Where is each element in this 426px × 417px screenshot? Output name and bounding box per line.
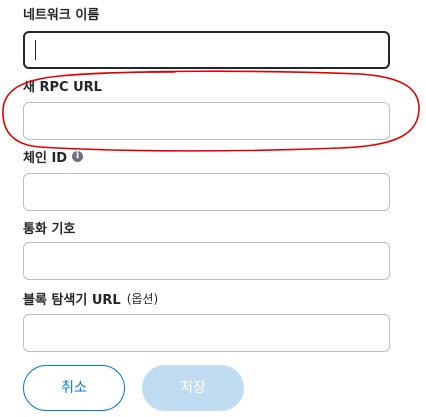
block-explorer-input[interactable]	[23, 314, 390, 352]
optional-label: (옵션)	[126, 292, 159, 306]
currency-symbol-input[interactable]	[23, 242, 390, 280]
network-name-label-text: 네트워크 이름	[23, 8, 100, 23]
network-name-label: 네트워크 이름	[23, 4, 99, 23]
rpc-url-label: 새 RPC URL	[23, 76, 102, 95]
save-button[interactable]: 저장	[142, 365, 244, 411]
cancel-button[interactable]: 취소	[23, 365, 125, 411]
chain-id-label: 체인 ID i	[23, 147, 84, 166]
currency-symbol-label-text: 통화 기호	[23, 222, 76, 237]
rpc-url-input[interactable]	[23, 102, 390, 140]
chain-id-label-text: 체인 ID	[23, 151, 68, 166]
block-explorer-label-text: 블록 탐색기 URL	[23, 293, 121, 308]
text-caret	[35, 40, 36, 60]
info-icon[interactable]: i	[72, 151, 84, 162]
network-name-input[interactable]	[23, 31, 390, 69]
chain-id-input[interactable]	[23, 173, 390, 211]
currency-symbol-label: 통화 기호	[23, 218, 75, 237]
block-explorer-label: 블록 탐색기 URL (옵션)	[23, 289, 158, 308]
rpc-url-label-text: 새 RPC URL	[23, 80, 102, 95]
